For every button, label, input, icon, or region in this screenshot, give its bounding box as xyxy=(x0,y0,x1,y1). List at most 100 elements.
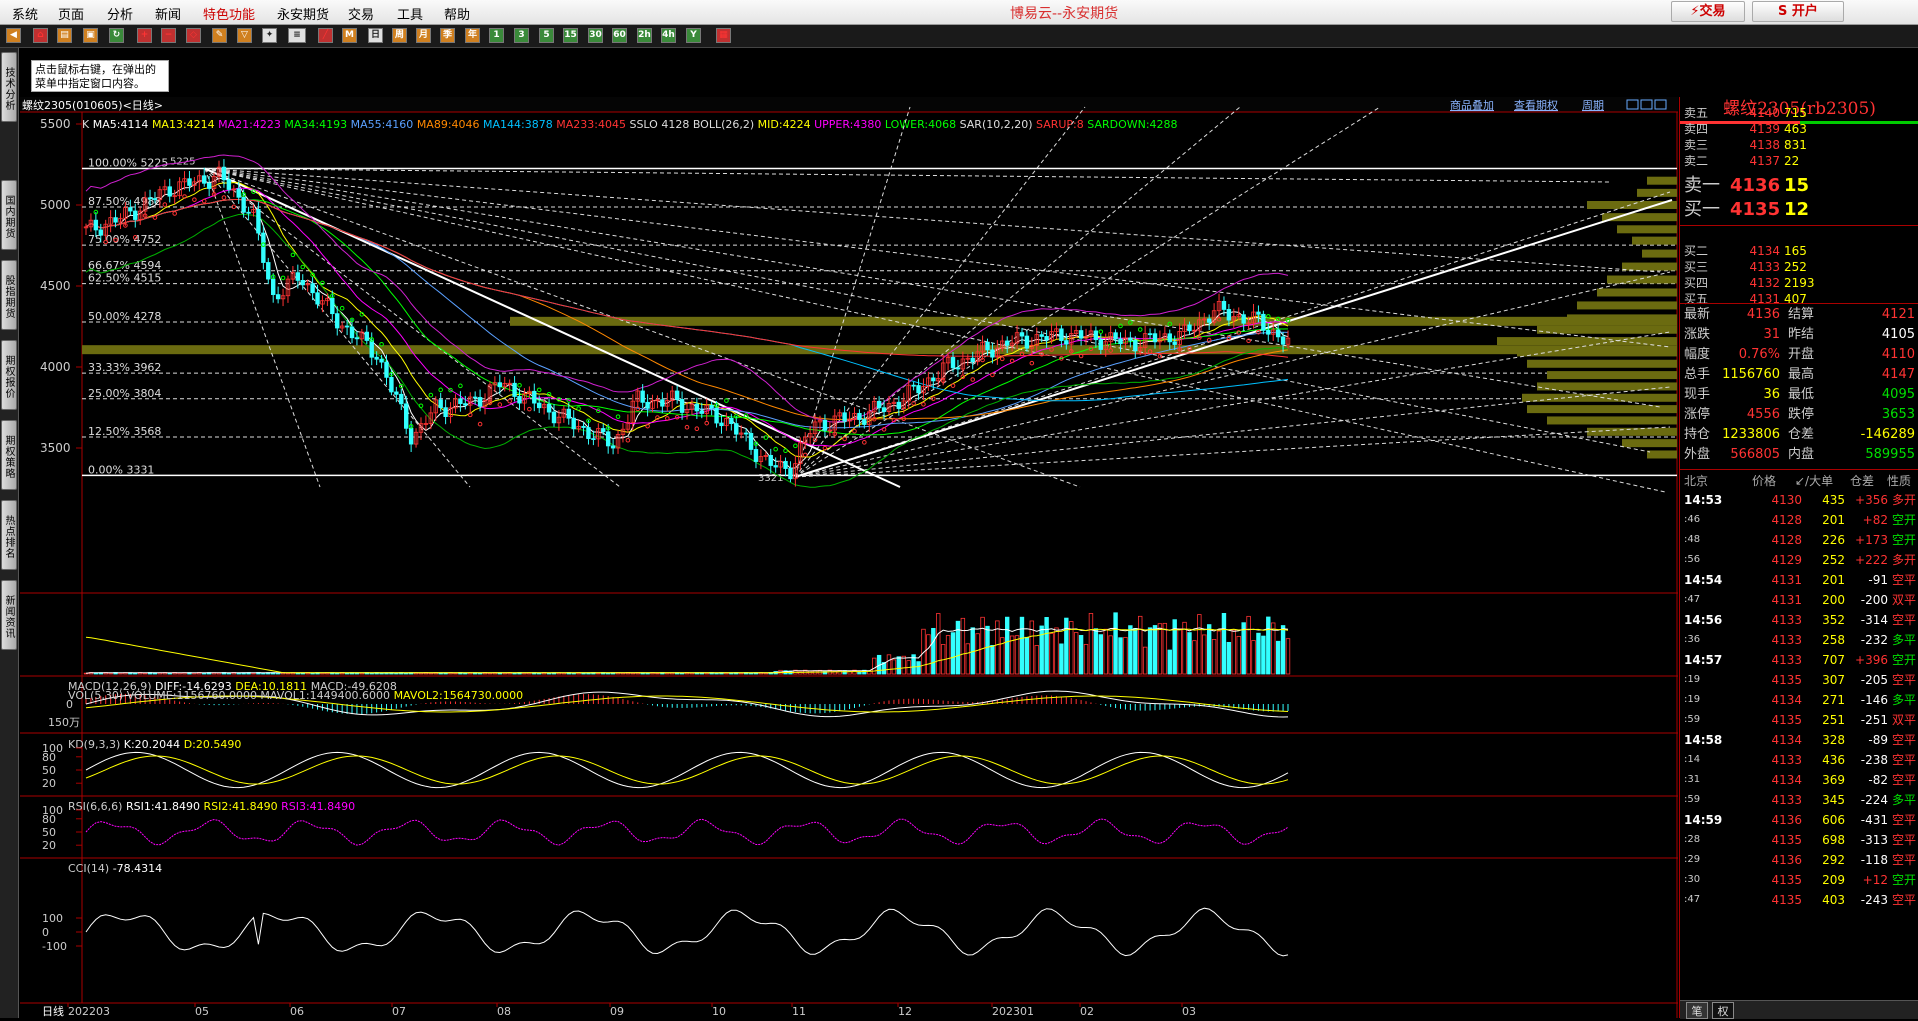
tick-nature: 双平 xyxy=(1892,593,1917,607)
news-icon[interactable]: ▣ xyxy=(83,28,98,43)
select-icon[interactable]: ◇ xyxy=(186,28,201,43)
period-2h[interactable]: 2h xyxy=(637,28,652,43)
menu-analysis[interactable]: 分析 xyxy=(107,4,133,23)
tick-row: :30 4135 209 +12 空开 xyxy=(1680,870,1918,890)
ask-price: 4137 xyxy=(1749,154,1780,168)
ask-volume: 463 xyxy=(1784,122,1807,136)
nav-option-strategy[interactable]: 期权策略 xyxy=(1,420,17,490)
bid-label: 买一 xyxy=(1684,199,1720,220)
period-3min[interactable]: 3 xyxy=(514,28,529,43)
nav-hot-ranking[interactable]: 热点排名 xyxy=(1,500,17,570)
fib-label: 0.00% 3331 xyxy=(88,463,154,476)
refresh-icon[interactable]: ↻ xyxy=(109,28,124,43)
candle xyxy=(990,349,995,358)
tick-nature: 空平 xyxy=(1892,833,1917,847)
chart-area[interactable]: 螺纹2305(010605)<日线> 商品叠加 查看期权 周期 K MA5:41… xyxy=(20,97,1678,1018)
tick-time: 14:58 xyxy=(1684,733,1723,747)
period-4h[interactable]: 4h xyxy=(661,28,676,43)
stat-value: 1156760 xyxy=(1722,367,1780,382)
calendar-icon[interactable]: ▦ xyxy=(716,28,731,43)
tick-nature: 空平 xyxy=(1892,573,1917,587)
nav-news[interactable]: 新闻资讯 xyxy=(1,580,17,650)
tab-ticks[interactable]: 笔 xyxy=(1686,1002,1708,1019)
stat-row: 持仓 1233806 仓差 -146289 xyxy=(1680,425,1918,445)
candle xyxy=(133,210,138,220)
kline-chart-svg[interactable]: 螺纹2305(010605)<日线> 商品叠加 查看期权 周期 K MA5:41… xyxy=(20,97,1678,1018)
tick-time: :59 xyxy=(1684,794,1701,805)
home-icon[interactable]: ⌂ xyxy=(33,28,48,43)
tick-volume: 252 xyxy=(1822,553,1845,567)
candle xyxy=(300,280,305,286)
back-icon[interactable]: ◀ xyxy=(6,28,21,43)
nav-domestic-futures[interactable]: 国内期货 xyxy=(1,180,17,250)
ma-legend-item: MA5:4114 xyxy=(93,118,152,131)
x-axis-label: 03 xyxy=(1182,1005,1196,1018)
tip-box: 点击鼠标右键，在弹出的菜单中指定窗口内容。 xyxy=(31,60,169,92)
period-week[interactable]: 周 xyxy=(392,28,407,43)
candle xyxy=(354,337,360,340)
candle xyxy=(1241,314,1246,324)
x-axis-label: 日线 xyxy=(42,1004,64,1018)
sub-tick: -100 xyxy=(42,940,67,953)
period-1[interactable]: 日 xyxy=(368,28,383,43)
page-icon[interactable]: ▤ xyxy=(57,28,72,43)
nav-index-futures[interactable]: 股指期货 xyxy=(1,260,17,330)
tick-nature: 双平 xyxy=(1892,713,1917,727)
menu-yongan[interactable]: 永安期货 xyxy=(277,4,329,23)
new-icon[interactable]: ✦ xyxy=(262,28,277,43)
menu-tools[interactable]: 工具 xyxy=(397,4,423,23)
tick-icon[interactable]: M xyxy=(342,28,357,43)
menu-help[interactable]: 帮助 xyxy=(444,4,470,23)
zoom-in-icon[interactable]: + xyxy=(137,28,152,43)
menu-features[interactable]: 特色功能 xyxy=(203,4,255,23)
period-5min[interactable]: 5 xyxy=(539,28,554,43)
period-quarter[interactable]: 季 xyxy=(440,28,455,43)
menu-news[interactable]: 新闻 xyxy=(155,4,181,23)
period-15min[interactable]: 15 xyxy=(563,28,578,43)
draw-icon[interactable]: ✎ xyxy=(212,28,227,43)
tick-volume: 200 xyxy=(1822,593,1845,607)
ma-legend-item: K xyxy=(82,118,93,131)
nav-option-quote[interactable]: 期权报价 xyxy=(1,340,17,410)
ma-legend-item: MA13:4214 xyxy=(152,118,218,131)
tick-change: -314 xyxy=(1860,613,1888,627)
tick-volume: 345 xyxy=(1822,793,1845,807)
tick-volume: 352 xyxy=(1822,613,1845,627)
trade-button[interactable]: ⚡交易 xyxy=(1671,1,1745,22)
menu-page[interactable]: 页面 xyxy=(58,4,84,23)
candle xyxy=(743,432,749,435)
period-60min[interactable]: 60 xyxy=(612,28,627,43)
fib-label: 100.00% 5225 xyxy=(88,157,168,170)
tick-time: :59 xyxy=(1684,714,1701,725)
candle xyxy=(709,404,714,409)
period-day[interactable]: Y xyxy=(686,28,701,43)
tick-nature: 空平 xyxy=(1892,733,1917,747)
period-year[interactable]: 年 xyxy=(465,28,480,43)
line-chart-icon[interactable]: ╱ xyxy=(318,28,333,43)
candle xyxy=(266,262,271,280)
stat-row: 幅度 0.76% 开盘 4110 xyxy=(1680,345,1918,365)
volume-bar xyxy=(571,672,576,675)
account-button[interactable]: S 开户 xyxy=(1752,1,1844,22)
filter-icon[interactable]: ▽ xyxy=(237,28,252,43)
period-month[interactable]: 月 xyxy=(416,28,431,43)
period-1min[interactable]: 1 xyxy=(489,28,504,43)
volume-bar xyxy=(1118,637,1123,675)
candle xyxy=(1064,340,1069,345)
ask-label: 卖五 xyxy=(1684,106,1709,120)
candle xyxy=(699,410,704,414)
menu-trade[interactable]: 交易 xyxy=(348,4,374,23)
tab-rights[interactable]: 权 xyxy=(1712,1002,1734,1019)
period-30min[interactable]: 30 xyxy=(588,28,603,43)
tick-row: :36 4133 258 -232 多平 xyxy=(1680,630,1918,650)
candle xyxy=(970,357,975,363)
price-tick: 3500 xyxy=(40,441,71,455)
menu-system[interactable]: 系统 xyxy=(12,4,38,23)
tick-nature: 空开 xyxy=(1892,513,1917,527)
zoom-out-icon[interactable]: − xyxy=(161,28,176,43)
tick-time: :19 xyxy=(1684,674,1701,685)
tick-change: +82 xyxy=(1862,513,1888,527)
list-icon[interactable]: ≡ xyxy=(288,28,306,43)
nav-tech-analysis[interactable]: 技术分析 xyxy=(1,52,17,122)
stat-value: 566805 xyxy=(1730,447,1780,462)
